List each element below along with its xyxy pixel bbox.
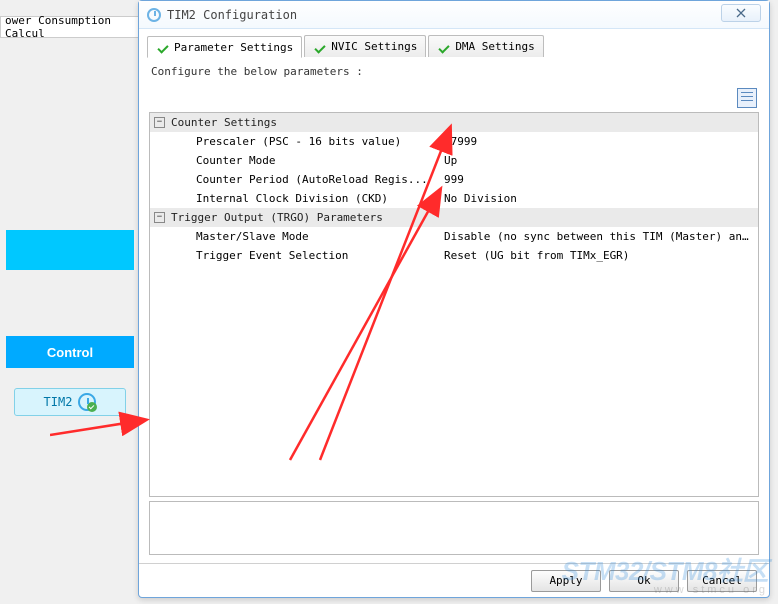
timer-icon xyxy=(147,8,161,22)
param-toolbar xyxy=(149,88,759,108)
tab-dma-settings[interactable]: DMA Settings xyxy=(428,35,543,57)
param-value[interactable]: No Division xyxy=(444,192,754,205)
group-label: Counter Settings xyxy=(171,116,277,129)
tab-parameter-settings[interactable]: Parameter Settings xyxy=(147,36,302,58)
group-label: Trigger Output (TRGO) Parameters xyxy=(171,211,383,224)
param-label: Prescaler (PSC - 16 bits value) xyxy=(154,135,444,148)
tab-label: Parameter Settings xyxy=(174,41,293,54)
param-value[interactable]: Disable (no sync between this TIM (Maste… xyxy=(444,230,754,243)
param-row[interactable]: Master/Slave Mode Disable (no sync betwe… xyxy=(150,227,758,246)
dialog-title: TIM2 Configuration xyxy=(167,8,297,22)
param-value[interactable]: Reset (UG bit from TIMx_EGR) xyxy=(444,249,754,262)
tim2-label: TIM2 xyxy=(44,395,73,409)
tab-label: DMA Settings xyxy=(455,40,534,53)
collapse-icon[interactable]: − xyxy=(154,117,165,128)
control-label: Control xyxy=(47,345,93,360)
background-tab[interactable]: ower Consumption Calcul xyxy=(0,16,140,38)
check-icon xyxy=(437,40,451,54)
param-label: Master/Slave Mode xyxy=(154,230,444,243)
tab-nvic-settings[interactable]: NVIC Settings xyxy=(304,35,426,57)
list-icon xyxy=(741,92,753,104)
watermark-url: www stmcu org xyxy=(654,584,768,596)
param-row[interactable]: Prescaler (PSC - 16 bits value) 47999 xyxy=(150,132,758,151)
description-box xyxy=(149,501,759,555)
watermark: STM32/STM8社区 xyxy=(562,551,768,588)
param-label: Trigger Event Selection xyxy=(154,249,444,262)
dialog-titlebar[interactable]: TIM2 Configuration xyxy=(139,1,769,29)
window-close-button[interactable] xyxy=(721,4,761,22)
background-pane xyxy=(6,230,134,270)
param-value[interactable]: 999 xyxy=(444,173,754,186)
param-value[interactable]: 47999 xyxy=(444,135,754,148)
param-label: Internal Clock Division (CKD) xyxy=(154,192,444,205)
parameter-tree[interactable]: − Counter Settings Prescaler (PSC - 16 b… xyxy=(149,112,759,497)
background-tab-label: ower Consumption Calcul xyxy=(5,14,135,40)
check-icon xyxy=(156,40,170,54)
check-badge-icon xyxy=(87,402,97,412)
param-value[interactable]: Up xyxy=(444,154,754,167)
tab-label: NVIC Settings xyxy=(331,40,417,53)
group-trigger-output[interactable]: − Trigger Output (TRGO) Parameters xyxy=(150,208,758,227)
param-row[interactable]: Counter Period (AutoReload Regis... 999 xyxy=(150,170,758,189)
param-row[interactable]: Internal Clock Division (CKD) No Divisio… xyxy=(150,189,758,208)
instruction-text: Configure the below parameters : xyxy=(149,63,759,84)
check-icon xyxy=(313,40,327,54)
param-label: Counter Mode xyxy=(154,154,444,167)
control-section-header[interactable]: Control xyxy=(6,336,134,368)
close-icon xyxy=(734,8,748,18)
tim2-config-dialog: TIM2 Configuration Parameter Settings NV… xyxy=(138,0,770,598)
dialog-content: Configure the below parameters : − Count… xyxy=(139,57,769,563)
tim2-peripheral-button[interactable]: TIM2 xyxy=(14,388,126,416)
param-row[interactable]: Trigger Event Selection Reset (UG bit fr… xyxy=(150,246,758,265)
param-label: Counter Period (AutoReload Regis... xyxy=(154,173,444,186)
param-row[interactable]: Counter Mode Up xyxy=(150,151,758,170)
group-counter-settings[interactable]: − Counter Settings xyxy=(150,113,758,132)
collapse-icon[interactable]: − xyxy=(154,212,165,223)
list-view-button[interactable] xyxy=(737,88,757,108)
clock-icon xyxy=(78,393,96,411)
tab-bar: Parameter Settings NVIC Settings DMA Set… xyxy=(139,29,769,57)
